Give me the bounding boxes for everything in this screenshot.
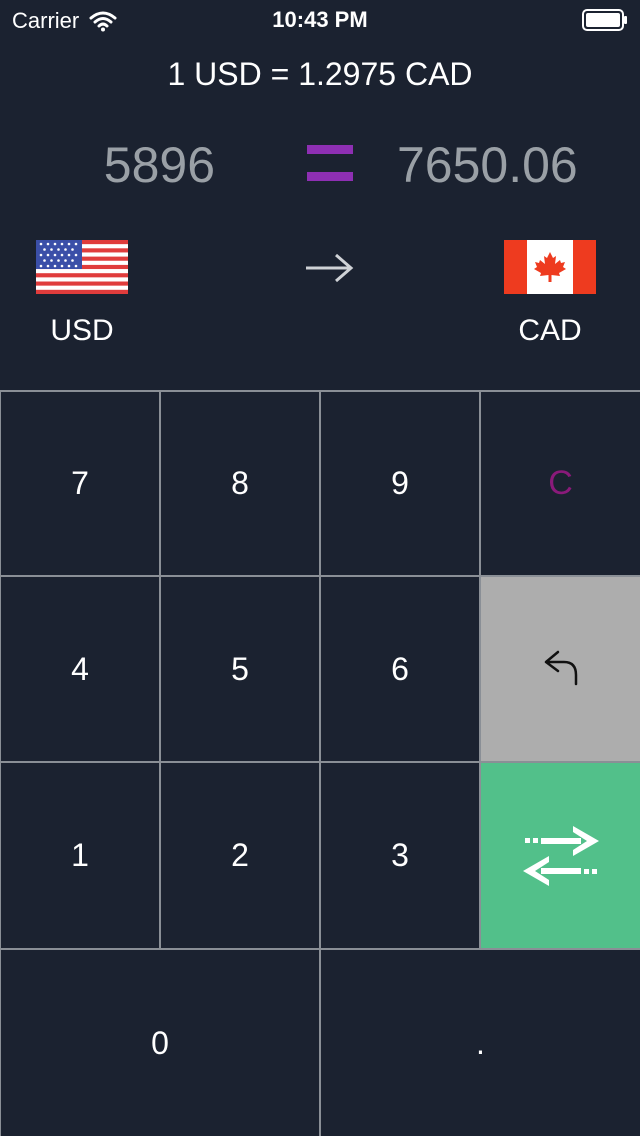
key-6[interactable]: 6	[321, 577, 479, 761]
arrow-right-icon	[306, 253, 354, 283]
key-decimal[interactable]: .	[321, 950, 640, 1136]
swap-arrows-icon	[522, 825, 599, 886]
undo-arrow-icon	[544, 650, 577, 686]
us-flag-icon[interactable]	[36, 240, 128, 294]
key-2[interactable]: 2	[161, 763, 319, 948]
to-currency-code[interactable]: CAD	[490, 314, 610, 348]
keypad: 7 8 9 C 4 5 6 1 2 3 0 .	[0, 390, 640, 1136]
swap-currencies-button[interactable]	[481, 763, 640, 948]
clear-button[interactable]: C	[481, 392, 640, 575]
key-7[interactable]: 7	[1, 392, 159, 575]
exchange-rate-label: 1 USD = 1.2975 CAD	[167, 56, 473, 92]
status-bar: Carrier 10:43 PM	[0, 0, 640, 40]
key-0[interactable]: 0	[1, 950, 319, 1136]
key-4[interactable]: 4	[1, 577, 159, 761]
equals-icon	[307, 145, 353, 181]
key-5[interactable]: 5	[161, 577, 319, 761]
from-amount: 5896	[103, 137, 215, 193]
from-currency-code[interactable]: USD	[22, 314, 142, 348]
key-1[interactable]: 1	[1, 763, 159, 948]
backspace-button[interactable]	[481, 577, 640, 761]
canada-flag-icon[interactable]	[504, 240, 596, 294]
key-3[interactable]: 3	[321, 763, 479, 948]
key-9[interactable]: 9	[321, 392, 479, 575]
battery-icon	[582, 9, 627, 31]
key-8[interactable]: 8	[161, 392, 319, 575]
to-amount: 7650.06	[397, 137, 578, 193]
status-time: 10:43 PM	[272, 7, 368, 32]
